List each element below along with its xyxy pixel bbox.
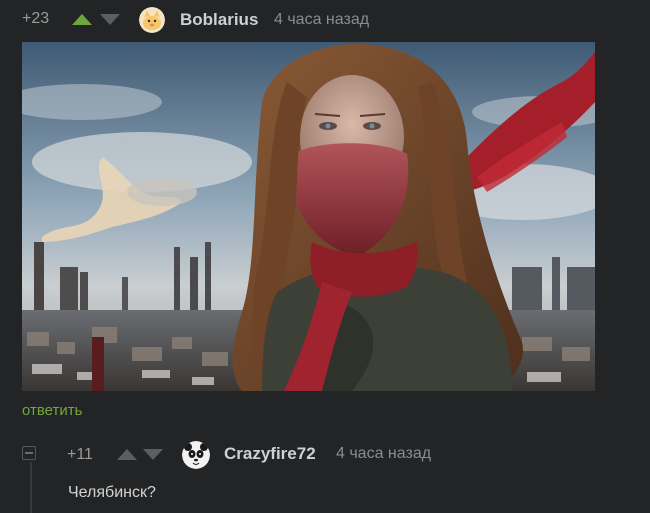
collapse-thread-button[interactable]: [22, 446, 36, 460]
comment-rating: +11: [67, 446, 93, 463]
comment-username[interactable]: Boblarius: [180, 10, 258, 30]
comment-text: Челябинск?: [68, 484, 156, 501]
upvote-arrow-icon[interactable]: [72, 14, 92, 25]
upvote-arrow-icon[interactable]: [117, 449, 137, 460]
comment-username[interactable]: Crazyfire72: [224, 444, 316, 464]
avatar-cat-icon[interactable]: [139, 7, 165, 33]
reply-link[interactable]: ответить: [22, 402, 82, 419]
comment-time[interactable]: 4 часа назад: [336, 445, 431, 463]
downvote-arrow-icon[interactable]: [143, 449, 163, 460]
thread-line[interactable]: [30, 462, 32, 513]
comment-header: +23 Boblarius 4 часа назад: [0, 0, 650, 40]
comment-rating: +23: [22, 10, 50, 27]
comment-time[interactable]: 4 часа назад: [274, 11, 369, 29]
downvote-arrow-icon[interactable]: [100, 14, 120, 25]
comment-image[interactable]: [22, 42, 595, 391]
avatar-panda-icon[interactable]: [182, 441, 210, 469]
